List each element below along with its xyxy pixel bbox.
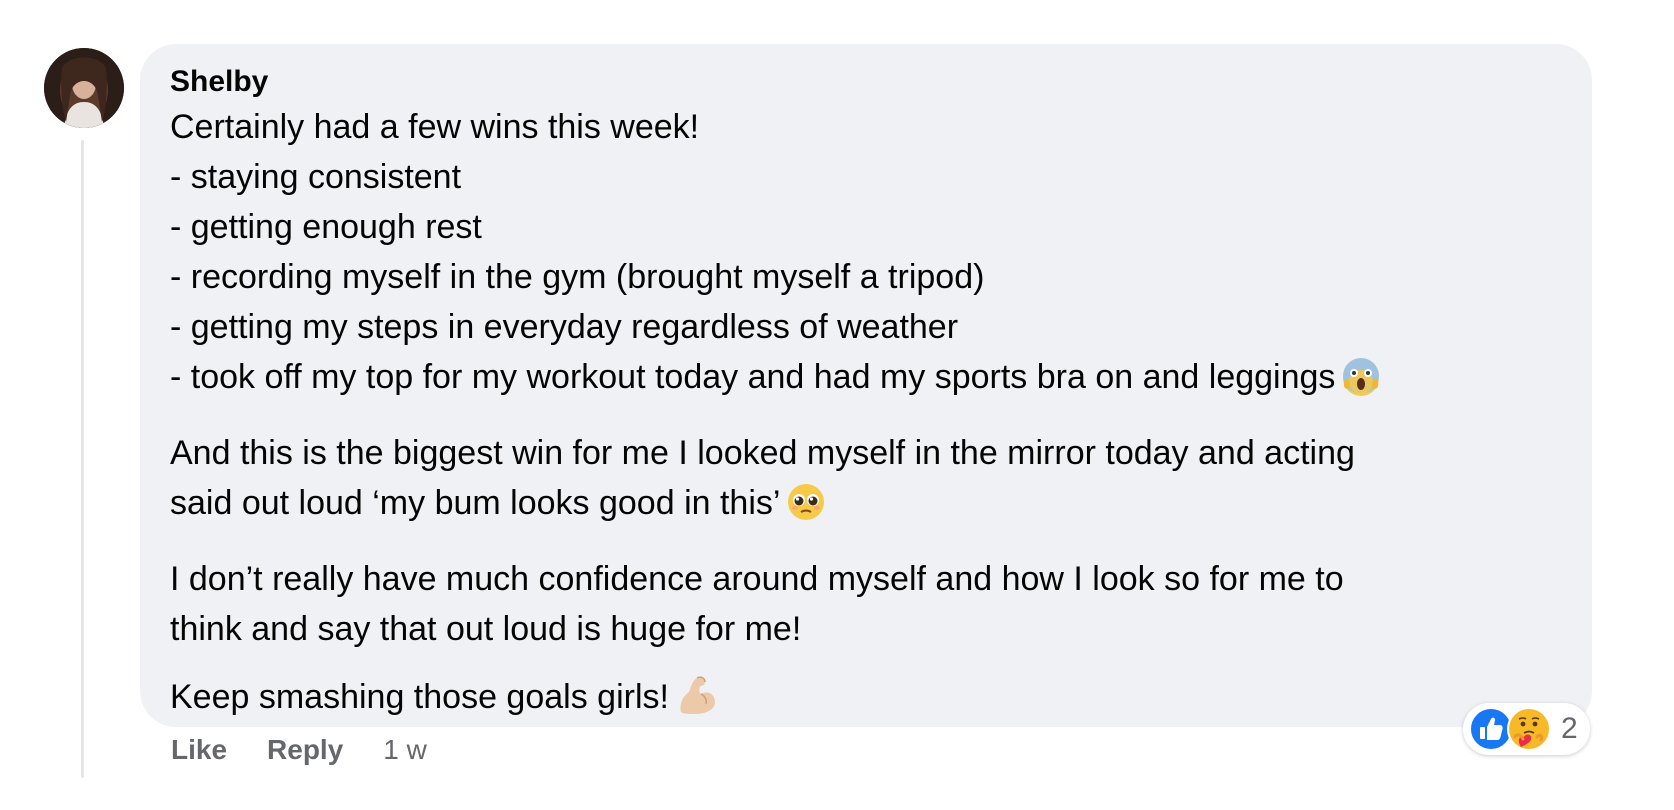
comment-paragraph: Certainly had a few wins this week! - st… (170, 102, 1562, 410)
comment-author[interactable]: Shelby (170, 62, 1562, 102)
flexed-biceps-emoji (675, 674, 719, 730)
comment-line-with-emoji: said out loud ‘my bum looks good in this… (170, 478, 1562, 536)
comment-text: Certainly had a few wins this week! - st… (170, 102, 1562, 730)
comment-line: Certainly had a few wins this week! (170, 108, 700, 146)
comment-paragraph: Keep smashing those goals girls! (170, 672, 1562, 730)
avatar-photo (44, 48, 124, 128)
comment-line: - getting enough rest (170, 208, 482, 246)
comment-paragraph: I don’t really have much confidence arou… (170, 554, 1562, 654)
comment-line-with-emoji: Keep smashing those goals girls! (170, 672, 1562, 730)
comment-line-text: said out loud ‘my bum looks good in this… (170, 484, 781, 522)
reaction-summary[interactable]: 2 (1463, 703, 1590, 755)
comment-line: - recording myself in the gym (brought m… (170, 258, 985, 296)
comment-line: I don’t really have much confidence arou… (170, 560, 1344, 598)
pleading-face-emoji (786, 482, 826, 536)
reaction-count: 2 (1561, 712, 1578, 745)
comment-line: - staying consistent (170, 158, 462, 196)
care-reaction-icon (1507, 707, 1551, 751)
comment-line-text: Keep smashing those goals girls! (170, 678, 669, 716)
comment-line: think and say that out loud is huge for … (170, 610, 802, 648)
avatar[interactable] (44, 48, 124, 128)
thread-line (81, 140, 84, 778)
comment-timestamp[interactable]: 1 w (383, 734, 427, 766)
comment-line: And this is the biggest win for me I loo… (170, 434, 1355, 472)
reply-button[interactable]: Reply (267, 734, 343, 766)
comment-actions: Like Reply 1 w (171, 730, 427, 770)
face-screaming-in-fear-emoji (1341, 356, 1381, 410)
like-button[interactable]: Like (171, 734, 227, 766)
comment-paragraph: And this is the biggest win for me I loo… (170, 428, 1562, 536)
comment-line: - getting my steps in everyday regardles… (170, 308, 959, 346)
comment-bubble: Shelby Certainly had a few wins this wee… (140, 44, 1592, 727)
comment-line-text: - took off my top for my workout today a… (170, 358, 1336, 396)
comment-line-with-emoji: - took off my top for my workout today a… (170, 352, 1562, 410)
